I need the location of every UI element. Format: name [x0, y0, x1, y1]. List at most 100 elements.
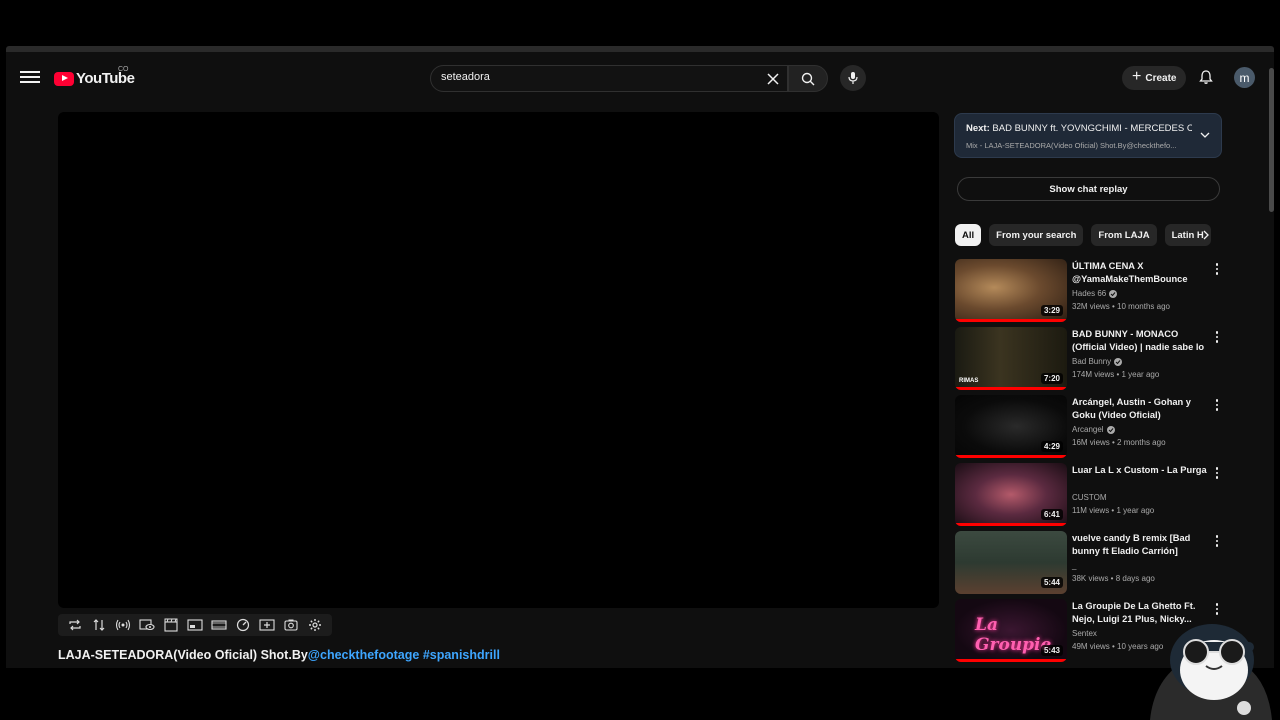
bottom-black-bar	[0, 668, 1280, 720]
microphone-icon	[848, 72, 858, 84]
video-thumbnail[interactable]: 5:44	[955, 531, 1067, 594]
player-extension-toolbar	[58, 614, 332, 636]
video-title[interactable]: ÚLTIMA CENA X @YamaMakeThemBounce	[1072, 260, 1208, 286]
video-title[interactable]: BAD BUNNY - MONACO (Official Video) | na…	[1072, 328, 1208, 355]
watch-progress-bar	[955, 523, 1067, 526]
hashtag-link[interactable]: #spanishdrill	[423, 648, 500, 662]
logo-region: CO	[118, 66, 129, 73]
more-options-icon[interactable]	[1213, 534, 1221, 548]
video-meta: 32M views • 10 months ago	[1072, 302, 1170, 311]
channel-name-text: CUSTOM	[1072, 493, 1107, 502]
screenshot-icon[interactable]	[282, 616, 300, 634]
video-title-text: LAJA-SETEADORA(Video Oficial) Shot.By	[58, 648, 308, 662]
video-title[interactable]: Arcángel, Austin - Gohan y Goku (Video O…	[1072, 396, 1208, 422]
verified-check-icon	[1114, 357, 1123, 366]
speed-icon[interactable]	[234, 616, 252, 634]
duration-badge: 5:44	[1040, 577, 1063, 588]
view-icon[interactable]	[138, 616, 156, 634]
youtube-play-icon	[54, 71, 74, 86]
video-meta: 174M views • 1 year ago	[1072, 370, 1160, 379]
more-options-icon[interactable]	[1213, 262, 1221, 276]
close-icon[interactable]	[765, 71, 781, 87]
penguin-mascot-overlay	[1150, 624, 1272, 720]
notifications-bell-icon[interactable]	[1198, 69, 1214, 85]
theater-icon[interactable]	[210, 616, 228, 634]
show-chat-replay-button[interactable]: Show chat replay	[957, 177, 1220, 201]
video-title[interactable]: Luar La L x Custom - La Purga	[1072, 464, 1208, 477]
avatar[interactable]: m	[1234, 67, 1255, 88]
create-label: Create	[1145, 72, 1177, 84]
chevron-down-icon[interactable]	[1199, 129, 1211, 141]
channel-mention-link[interactable]: @checkthefootage	[308, 648, 420, 662]
video-title[interactable]: vuelve candy B remix [Bad bunny ft Eladi…	[1072, 532, 1208, 558]
next-prefix: Next:	[966, 123, 990, 134]
video-thumbnail[interactable]: La Groupie 5:43	[955, 599, 1067, 662]
voice-search-button[interactable]	[840, 65, 866, 91]
duration-badge: 5:43	[1040, 645, 1063, 656]
channel-name[interactable]: Sentex	[1072, 629, 1097, 638]
more-options-icon[interactable]	[1213, 466, 1221, 480]
video-thumbnail[interactable]: 4:29	[955, 395, 1067, 458]
channel-name[interactable]: _	[1072, 561, 1076, 570]
list-item[interactable]: 5:44 vuelve candy B remix [Bad bunny ft …	[955, 531, 1230, 599]
more-options-icon[interactable]	[1213, 330, 1221, 344]
thumbnail-label: RIMAS	[959, 378, 979, 384]
add-icon[interactable]	[258, 616, 276, 634]
watch-progress-bar	[955, 387, 1067, 390]
list-item[interactable]: RIMAS 7:20 BAD BUNNY - MONACO (Official …	[955, 327, 1230, 395]
watch-progress-bar	[955, 455, 1067, 458]
menu-icon[interactable]	[20, 68, 40, 86]
channel-name-text: Hades 66	[1072, 289, 1107, 298]
video-meta: 11M views • 1 year ago	[1072, 506, 1155, 515]
chip-from-your-search[interactable]: From your search	[989, 224, 1084, 246]
channel-name-text: Sentex	[1072, 629, 1097, 638]
video-title: LAJA-SETEADORA(Video Oficial) Shot.By@ch…	[58, 648, 500, 662]
up-next-card[interactable]: Next: BAD BUNNY ft. YOVNGCHIMI - MERCEDE…	[954, 113, 1222, 158]
duration-badge: 7:20	[1040, 373, 1063, 384]
search-box	[430, 65, 788, 92]
list-item[interactable]: 3:29 ÚLTIMA CENA X @YamaMakeThemBounce H…	[955, 259, 1230, 327]
youtube-logo[interactable]: YouTube CO	[54, 66, 135, 87]
watch-progress-bar	[955, 659, 1067, 662]
search-input[interactable]	[441, 71, 761, 83]
search-icon	[801, 72, 815, 85]
channel-name[interactable]: Hades 66	[1072, 289, 1118, 298]
video-thumbnail[interactable]: 3:29	[955, 259, 1067, 322]
loop-icon[interactable]	[66, 616, 84, 634]
video-meta: 16M views • 2 months ago	[1072, 438, 1166, 447]
create-button[interactable]: + Create	[1122, 66, 1187, 90]
video-thumbnail[interactable]: RIMAS 7:20	[955, 327, 1067, 390]
more-options-icon[interactable]	[1213, 398, 1221, 412]
video-thumbnail[interactable]: 6:41	[955, 463, 1067, 526]
duration-badge: 4:29	[1040, 441, 1063, 452]
video-player[interactable]	[58, 112, 939, 608]
channel-name[interactable]: Bad Bunny	[1072, 357, 1123, 366]
chip-from-laja[interactable]: From LAJA	[1091, 224, 1157, 246]
sort-icon[interactable]	[90, 616, 108, 634]
search-button[interactable]	[788, 65, 828, 92]
plus-icon: +	[1132, 68, 1142, 85]
list-item[interactable]: 4:29 Arcángel, Austin - Gohan y Goku (Vi…	[955, 395, 1230, 463]
list-item[interactable]: 6:41 Luar La L x Custom - La Purga CUSTO…	[955, 463, 1230, 531]
channel-name[interactable]: CUSTOM	[1072, 493, 1107, 502]
mix-playlist-name: Mix - LAJA-SETEADORA(Video Oficial) Shot…	[966, 141, 1177, 150]
broadcast-icon[interactable]	[114, 616, 132, 634]
next-title: BAD BUNNY ft. YOVNGCHIMI - MERCEDES C...	[992, 123, 1192, 134]
settings-icon[interactable]	[306, 616, 324, 634]
chevron-right-icon[interactable]	[1199, 228, 1213, 242]
watch-progress-bar	[955, 319, 1067, 322]
youtube-window: YouTube CO + Create m LAJA-SETEADORA(Vid…	[6, 52, 1274, 668]
next-video-title: Next: BAD BUNNY ft. YOVNGCHIMI - MERCEDE…	[966, 123, 1192, 134]
channel-name-text: Arcangel	[1072, 425, 1104, 434]
verified-check-icon	[1109, 289, 1118, 298]
channel-name-text: _	[1072, 561, 1077, 570]
pip-icon[interactable]	[186, 616, 204, 634]
filter-chips: All From your search From LAJA Latin H	[955, 224, 1217, 246]
duration-badge: 3:29	[1040, 305, 1063, 316]
recommendations-list: 3:29 ÚLTIMA CENA X @YamaMakeThemBounce H…	[955, 259, 1230, 667]
verified-check-icon	[1106, 425, 1115, 434]
page-scrollbar[interactable]	[1269, 68, 1274, 212]
clapper-icon[interactable]	[162, 616, 180, 634]
channel-name[interactable]: Arcangel	[1072, 425, 1115, 434]
chip-all[interactable]: All	[955, 224, 982, 246]
